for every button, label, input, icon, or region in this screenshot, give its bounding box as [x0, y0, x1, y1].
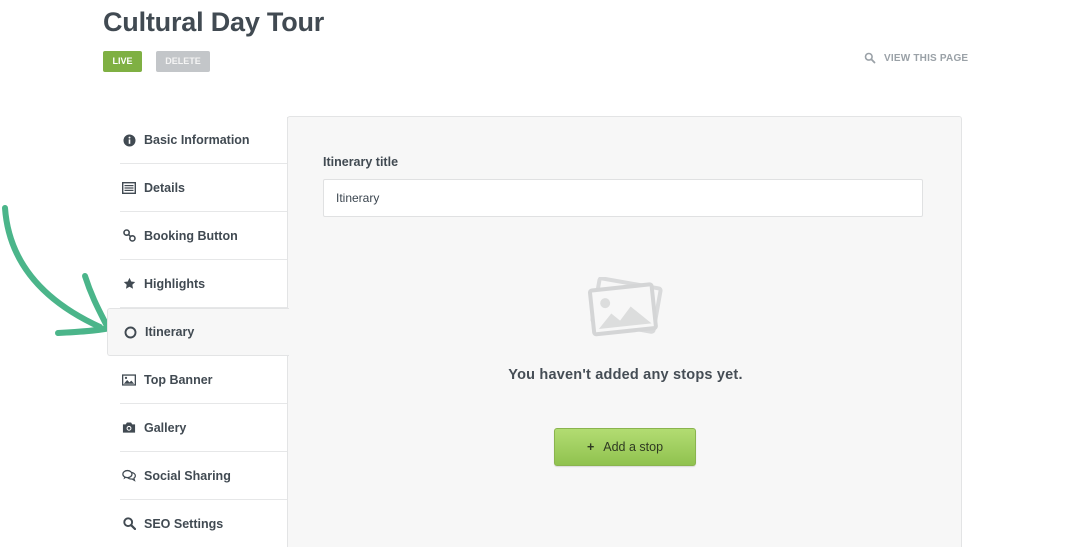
sidebar-item-label: Details: [144, 180, 185, 195]
add-stop-label: Add a stop: [603, 440, 664, 454]
chat-bubbles-icon: [122, 469, 136, 483]
sidebar-item-gallery[interactable]: Gallery: [120, 404, 288, 452]
sidebar-item-label: Top Banner: [144, 372, 213, 387]
search-icon: [122, 517, 136, 531]
live-badge[interactable]: LIVE: [103, 51, 142, 72]
sidebar-item-details[interactable]: Details: [120, 164, 288, 212]
view-this-page-label: VIEW THIS PAGE: [884, 52, 969, 64]
sidebar-item-label: Social Sharing: [144, 468, 231, 483]
sidebar-item-label: Itinerary: [145, 325, 195, 339]
sidebar-item-label: Booking Button: [144, 228, 238, 243]
search-icon: [864, 52, 876, 64]
sidebar-item-highlights[interactable]: Highlights: [120, 260, 288, 308]
plus-icon: +: [586, 440, 595, 454]
sidebar-item-itinerary[interactable]: Itinerary: [107, 308, 289, 356]
itinerary-title-label: Itinerary title: [323, 155, 399, 169]
image-icon: [122, 373, 136, 387]
info-circle-icon: [122, 133, 136, 147]
sidebar-item-seo-settings[interactable]: SEO Settings: [120, 500, 288, 547]
sidebar-item-label: SEO Settings: [144, 516, 224, 531]
delete-button[interactable]: DELETE: [156, 51, 210, 72]
sidebar-item-top-banner[interactable]: Top Banner: [120, 356, 288, 404]
sidebar-item-booking-button[interactable]: Booking Button: [120, 212, 288, 260]
sidebar-item-social-sharing[interactable]: Social Sharing: [120, 452, 288, 500]
itinerary-panel: Itinerary title You haven't added any st…: [287, 116, 962, 547]
empty-photos-icon: [586, 276, 666, 339]
sidebar-item-basic-information[interactable]: Basic Information: [120, 117, 288, 164]
add-stop-button[interactable]: + Add a stop: [554, 428, 696, 466]
list-card-icon: [122, 181, 136, 195]
sidebar-item-label: Highlights: [144, 276, 206, 291]
itinerary-title-input[interactable]: [323, 179, 923, 217]
page-title: Cultural Day Tour: [103, 7, 325, 37]
sidebar-nav: Basic Information Details Booking Button…: [107, 117, 289, 547]
sidebar-item-label: Basic Information: [144, 133, 250, 147]
camera-icon: [122, 421, 136, 435]
sidebar-item-label: Gallery: [144, 420, 187, 435]
circle-outline-icon: [123, 325, 137, 339]
empty-state-message: You haven't added any stops yet.: [508, 367, 743, 383]
view-this-page-link[interactable]: VIEW THIS PAGE: [864, 51, 968, 65]
